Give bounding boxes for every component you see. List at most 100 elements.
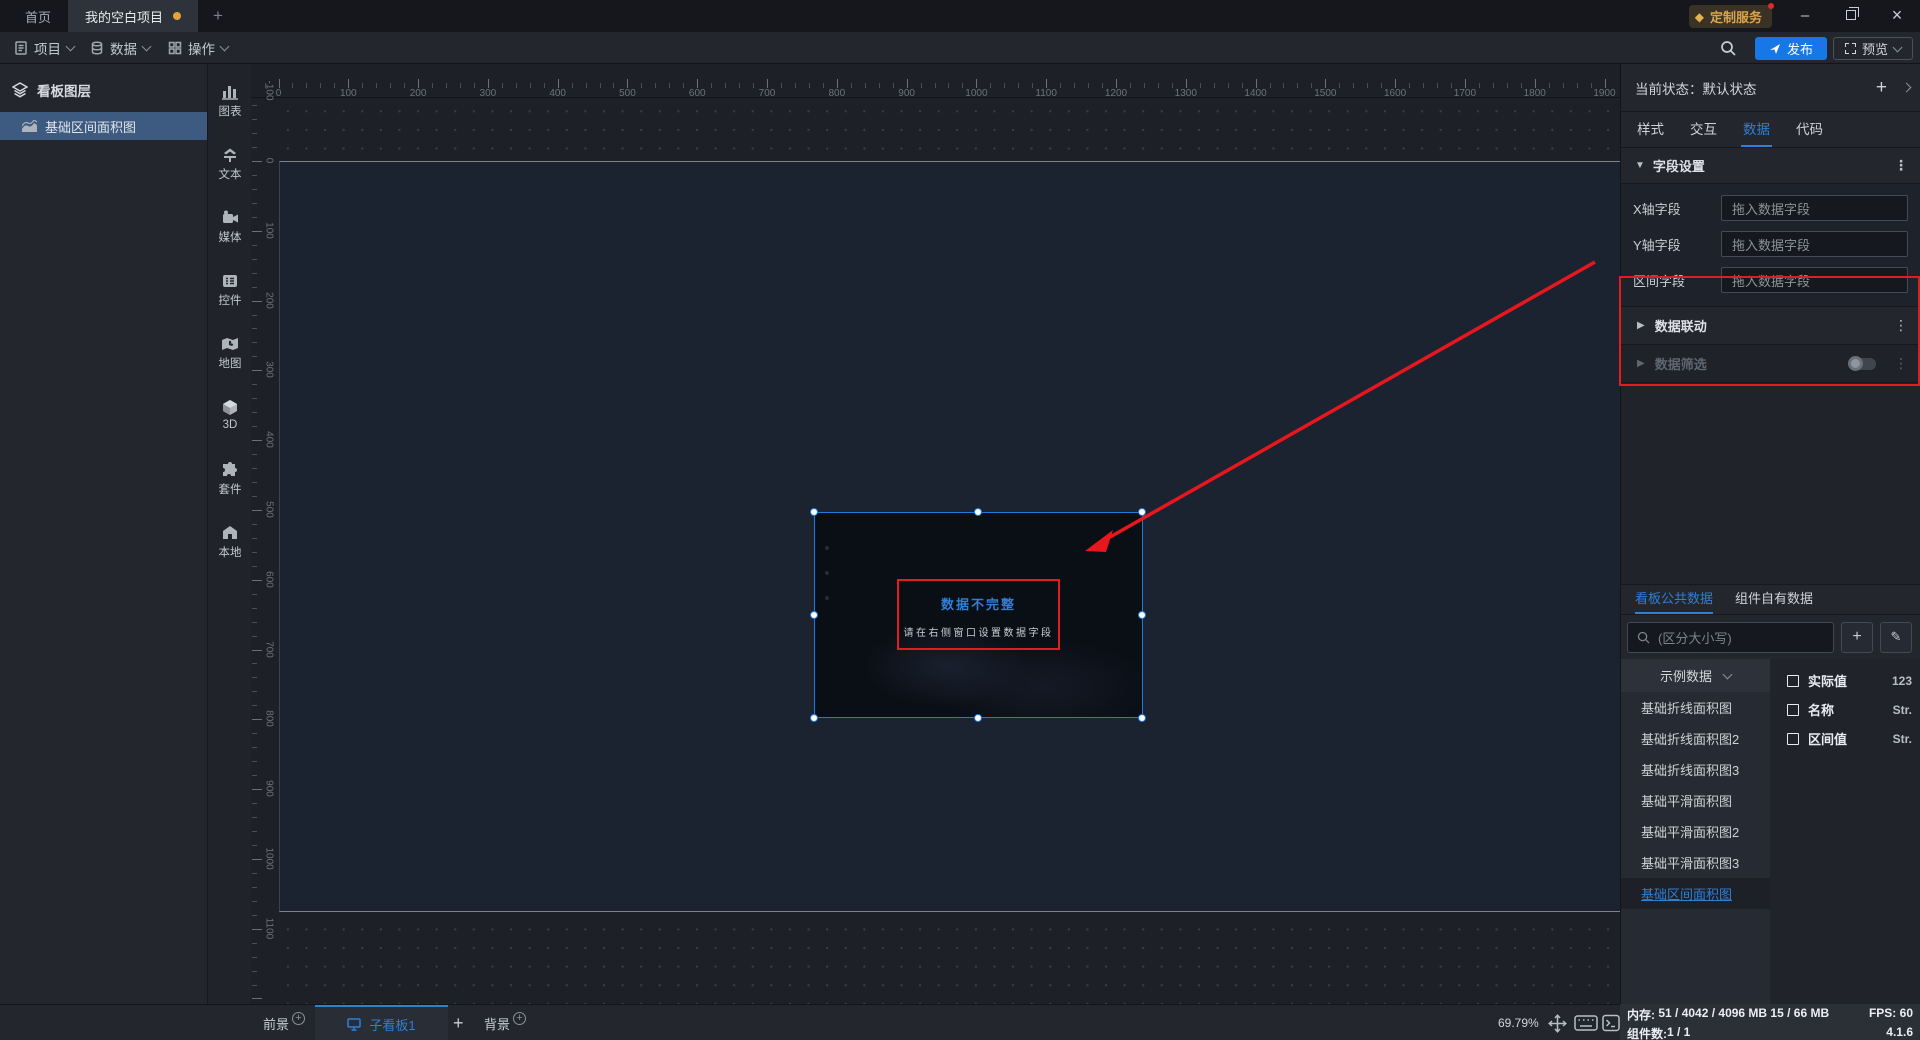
dataset-source-label: 示例数据	[1659, 669, 1712, 684]
data-tab-组件自有数据[interactable]: 组件自有数据	[1735, 588, 1813, 614]
selected-component-basic-range-area-chart[interactable]: 数据不完整 请在右侧窗口设置数据字段	[814, 512, 1143, 718]
dashboard-board[interactable]: 数据不完整 请在右侧窗口设置数据字段	[279, 161, 1620, 912]
resize-handle-nw[interactable]	[810, 508, 818, 516]
data-panel-body: 示例数据 基础折线面积图 基础折线面积图2 基础折线面积图3 基础平滑面积图 基础平滑面…	[1621, 659, 1920, 1011]
fullscreen-icon	[1844, 43, 1856, 54]
dataset-source-selector[interactable]: 示例数据	[1621, 659, 1770, 692]
field-drop-input[interactable]: 拖入数据字段	[1721, 231, 1908, 257]
inspector-tab-交互[interactable]: 交互	[1690, 118, 1717, 147]
inspector-tabs: 样式 交互 数据 代码	[1621, 112, 1920, 148]
tool-category-6[interactable]: 3D	[208, 399, 252, 431]
tool-category-3[interactable]: 媒体	[208, 210, 252, 245]
publish-button[interactable]: 发布	[1755, 37, 1827, 60]
v-ruler-label: 300	[263, 361, 275, 379]
tool-category-8[interactable]: 本地	[208, 525, 252, 560]
chevron-right-icon[interactable]	[1901, 82, 1912, 93]
tool-category-7[interactable]: 套件	[208, 462, 252, 497]
chevron-down-icon	[1722, 669, 1733, 679]
tool-category-2[interactable]: 文本	[208, 147, 252, 182]
zoom-level[interactable]: 69.79%	[1498, 1005, 1539, 1040]
dataset-item[interactable]: 基础平滑面积图	[1621, 785, 1770, 816]
subboard-tab[interactable]: 子看板1	[315, 1005, 448, 1040]
menu-operate[interactable]: 操作	[168, 32, 230, 63]
dataset-item[interactable]: 基础平滑面积图3	[1621, 847, 1770, 878]
add-dataset-button[interactable]: +	[1841, 621, 1873, 653]
dataset-field-row[interactable]: 名称 Str.	[1770, 695, 1920, 724]
data-search-input[interactable]: (区分大小写)	[1627, 621, 1834, 653]
inspector-tab-样式[interactable]: 样式	[1637, 118, 1664, 147]
inspector-tab-代码[interactable]: 代码	[1796, 118, 1823, 147]
data-filter-section[interactable]: ▶ 数据筛选 ⋮	[1621, 345, 1920, 383]
dataset-item[interactable]: 基础折线面积图2	[1621, 723, 1770, 754]
menu-operate-label: 操作	[188, 41, 215, 57]
diamond-icon: ◆	[1694, 9, 1704, 24]
edit-dataset-button[interactable]: ✎	[1880, 621, 1912, 653]
tool-category-label: 地图	[218, 358, 242, 370]
resize-handle-s[interactable]	[974, 714, 982, 722]
kebab-menu-icon[interactable]: ⋮	[1894, 317, 1908, 334]
tab-home[interactable]: 首页	[12, 0, 64, 32]
foreground-layer-button[interactable]: 前景 +	[263, 1005, 306, 1040]
v-ruler-label: 500	[263, 501, 275, 518]
canvas-viewport[interactable]: 0 100 200 300 400 500 600 700 800 900 1000 1100 1200…	[251, 64, 1620, 1004]
data-panel-tabs: 看板公共数据 组件自有数据	[1621, 585, 1920, 615]
tool-category-1[interactable]: 图表	[208, 84, 252, 119]
dataset-item[interactable]: 基础区间面积图	[1621, 878, 1770, 909]
v-ruler-label: 1100	[263, 917, 275, 939]
data-filter-toggle[interactable]	[1848, 355, 1876, 371]
tab-project-label: 我的空白项目	[84, 9, 163, 25]
resize-handle-ne[interactable]	[1138, 508, 1146, 516]
add-background-icon[interactable]: +	[513, 1011, 527, 1025]
v-ruler-label: 600	[263, 570, 275, 588]
add-foreground-icon[interactable]: +	[292, 1011, 306, 1025]
dataset-list: 示例数据 基础折线面积图 基础折线面积图2 基础折线面积图3 基础平滑面积图 基础平滑面…	[1621, 659, 1770, 1011]
fit-screen-icon[interactable]	[1548, 1014, 1567, 1033]
preview-button[interactable]: 预览	[1833, 37, 1913, 60]
kebab-menu-icon[interactable]: ⋮	[1894, 355, 1908, 372]
dataset-item[interactable]: 基础折线面积图3	[1621, 754, 1770, 785]
tool-category-4[interactable]: 控件	[208, 273, 252, 308]
dataset-item[interactable]: 基础平滑面积图2	[1621, 816, 1770, 847]
field-row-3: 区间字段 拖入数据字段	[1621, 262, 1920, 298]
search-icon[interactable]	[1720, 40, 1737, 57]
menu-data[interactable]: 数据	[90, 32, 152, 63]
dataset-field-row[interactable]: 实际值 123	[1770, 666, 1920, 695]
field-drop-input[interactable]: 拖入数据字段	[1721, 267, 1908, 293]
maximize-button[interactable]	[1834, 0, 1868, 30]
field-settings-header[interactable]: ▼ 字段设置 ⋮	[1621, 148, 1920, 184]
tab-project[interactable]: 我的空白项目	[68, 0, 198, 32]
background-layer-button[interactable]: 背景 +	[484, 1005, 527, 1040]
console-icon[interactable]	[1602, 1014, 1620, 1032]
resize-handle-e[interactable]	[1138, 611, 1146, 619]
kebab-menu-icon[interactable]: ⋮	[1894, 157, 1908, 174]
field-checkbox[interactable]	[1787, 703, 1799, 716]
resize-handle-w[interactable]	[810, 611, 818, 619]
tool-category-5[interactable]: 地图	[208, 336, 252, 371]
resize-handle-se[interactable]	[1138, 714, 1146, 722]
minimize-button[interactable]: –	[1788, 0, 1822, 30]
field-checkbox[interactable]	[1787, 674, 1799, 687]
add-subboard-button[interactable]: +	[453, 1005, 464, 1040]
tool-category-label: 图表	[218, 106, 242, 118]
v-ruler-label: -100	[263, 80, 275, 101]
field-type-badge: 123	[1891, 673, 1912, 688]
area-chart-layer-icon	[22, 120, 37, 132]
keyboard-icon[interactable]	[1574, 1014, 1598, 1032]
resize-handle-sw[interactable]	[810, 714, 818, 722]
field-name: 实际值	[1808, 674, 1848, 689]
field-checkbox[interactable]	[1787, 732, 1799, 745]
field-drop-input[interactable]: 拖入数据字段	[1721, 195, 1908, 221]
new-project-tab-button[interactable]: +	[208, 6, 228, 26]
data-link-section[interactable]: ▶ 数据联动 ⋮	[1621, 307, 1920, 345]
data-tab-看板公共数据[interactable]: 看板公共数据	[1635, 588, 1714, 614]
resize-handle-n[interactable]	[974, 508, 982, 516]
dataset-item[interactable]: 基础折线面积图	[1621, 692, 1770, 723]
close-button[interactable]: ×	[1880, 0, 1914, 30]
dataset-field-row[interactable]: 区间值 Str.	[1770, 724, 1920, 753]
add-state-button[interactable]: +	[1876, 77, 1887, 99]
menu-project[interactable]: 项目	[14, 32, 76, 63]
layer-item-basic-range-area-chart[interactable]: 基础区间面积图	[0, 112, 207, 140]
custom-service-button[interactable]: ◆ 定制服务	[1688, 3, 1774, 28]
h-ruler-label: 700	[758, 88, 776, 99]
inspector-tab-数据[interactable]: 数据	[1741, 118, 1772, 147]
